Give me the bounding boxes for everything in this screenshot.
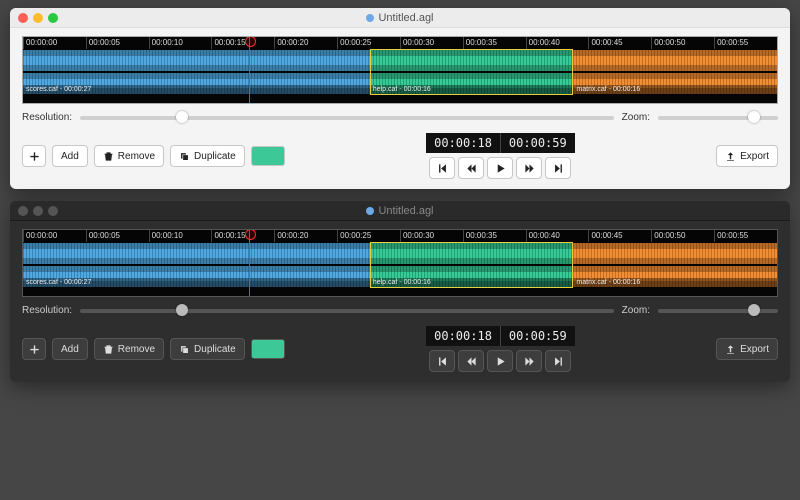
transport: 00:00:1800:00:59 xyxy=(426,326,575,372)
color-swatch[interactable] xyxy=(251,339,285,359)
step-forward-button[interactable] xyxy=(516,350,542,372)
skip-start-icon xyxy=(437,356,448,367)
color-swatch[interactable] xyxy=(251,146,285,166)
clip-orange[interactable]: matrix.caf - 00:00:16 xyxy=(573,242,777,288)
timeline[interactable]: 00:00:0000:00:0500:00:1000:00:1500:00:20… xyxy=(22,36,778,104)
time-ruler: 00:00:0000:00:0500:00:1000:00:1500:00:20… xyxy=(23,230,777,242)
playhead[interactable] xyxy=(249,37,250,103)
skip-end-icon xyxy=(553,163,564,174)
trash-icon xyxy=(103,151,114,162)
time-ruler: 00:00:0000:00:0500:00:1000:00:1500:00:20… xyxy=(23,37,777,49)
skip-start-icon xyxy=(437,163,448,174)
titlebar[interactable]: Untitled.agl xyxy=(10,201,790,221)
remove-button[interactable]: Remove xyxy=(94,338,164,360)
export-button[interactable]: Export xyxy=(716,145,778,167)
clip-green[interactable]: help.caf - 00:00:16 xyxy=(370,49,574,95)
clip-label: help.caf - 00:00:16 xyxy=(370,278,574,288)
upload-icon xyxy=(725,151,736,162)
zoom-label: Zoom: xyxy=(622,112,650,123)
step-fwd-icon xyxy=(524,163,535,174)
plus-icon xyxy=(29,344,40,355)
duplicate-button[interactable]: Duplicate xyxy=(170,145,245,167)
resolution-label: Resolution: xyxy=(22,112,72,123)
zoom-slider[interactable] xyxy=(658,116,778,120)
clip-green[interactable]: help.caf - 00:00:16 xyxy=(370,242,574,288)
clip-label: matrix.caf - 00:00:16 xyxy=(573,85,777,95)
resolution-slider[interactable] xyxy=(80,309,614,313)
time-current: 00:00:18 xyxy=(426,326,501,346)
time-current: 00:00:18 xyxy=(426,133,501,153)
timeline[interactable]: 00:00:0000:00:0500:00:1000:00:1500:00:20… xyxy=(22,229,778,297)
clip-label: scores.caf - 00:00:27 xyxy=(23,278,370,288)
clip-orange[interactable]: matrix.caf - 00:00:16 xyxy=(573,49,777,95)
play-button[interactable] xyxy=(487,350,513,372)
add-icon-button[interactable] xyxy=(22,145,46,167)
skip-end-icon xyxy=(553,356,564,367)
step-forward-button[interactable] xyxy=(516,157,542,179)
export-button[interactable]: Export xyxy=(716,338,778,360)
clip-blue[interactable]: scores.caf - 00:00:27 xyxy=(23,242,370,288)
remove-button[interactable]: Remove xyxy=(94,145,164,167)
step-fwd-icon xyxy=(524,356,535,367)
zoom-label: Zoom: xyxy=(622,305,650,316)
add-icon-button[interactable] xyxy=(22,338,46,360)
resolution-label: Resolution: xyxy=(22,305,72,316)
document-icon xyxy=(366,14,374,22)
duplicate-icon xyxy=(179,344,190,355)
skip-start-button[interactable] xyxy=(429,157,455,179)
clip-label: help.caf - 00:00:16 xyxy=(370,85,574,95)
play-icon xyxy=(495,163,506,174)
step-back-button[interactable] xyxy=(458,157,484,179)
skip-end-button[interactable] xyxy=(545,350,571,372)
window-light: Untitled.agl 00:00:0000:00:0500:00:1000:0… xyxy=(10,8,790,189)
window-title: Untitled.agl xyxy=(10,12,790,24)
playhead[interactable] xyxy=(249,230,250,296)
window-dark: Untitled.agl 00:00:0000:00:0500:00:1000:0… xyxy=(10,201,790,382)
zoom-slider[interactable] xyxy=(658,309,778,313)
time-total: 00:00:59 xyxy=(501,133,575,153)
plus-icon xyxy=(29,151,40,162)
resolution-slider[interactable] xyxy=(80,116,614,120)
clip-label: matrix.caf - 00:00:16 xyxy=(573,278,777,288)
add-button[interactable]: Add xyxy=(52,145,88,167)
skip-start-button[interactable] xyxy=(429,350,455,372)
titlebar[interactable]: Untitled.agl xyxy=(10,8,790,28)
window-title: Untitled.agl xyxy=(10,205,790,217)
step-back-icon xyxy=(466,163,477,174)
upload-icon xyxy=(725,344,736,355)
duplicate-icon xyxy=(179,151,190,162)
time-total: 00:00:59 xyxy=(501,326,575,346)
add-button[interactable]: Add xyxy=(52,338,88,360)
step-back-button[interactable] xyxy=(458,350,484,372)
document-icon xyxy=(366,207,374,215)
play-icon xyxy=(495,356,506,367)
clip-label: scores.caf - 00:00:27 xyxy=(23,85,370,95)
step-back-icon xyxy=(466,356,477,367)
transport: 00:00:1800:00:59 xyxy=(426,133,575,179)
skip-end-button[interactable] xyxy=(545,157,571,179)
play-button[interactable] xyxy=(487,157,513,179)
clip-blue[interactable]: scores.caf - 00:00:27 xyxy=(23,49,370,95)
trash-icon xyxy=(103,344,114,355)
duplicate-button[interactable]: Duplicate xyxy=(170,338,245,360)
bottom-toolbar: Add Remove Duplicate 00:00:1800:00:59 Export xyxy=(22,326,778,372)
bottom-toolbar: Add Remove Duplicate 00:00:1800:00:59 Export xyxy=(22,133,778,179)
